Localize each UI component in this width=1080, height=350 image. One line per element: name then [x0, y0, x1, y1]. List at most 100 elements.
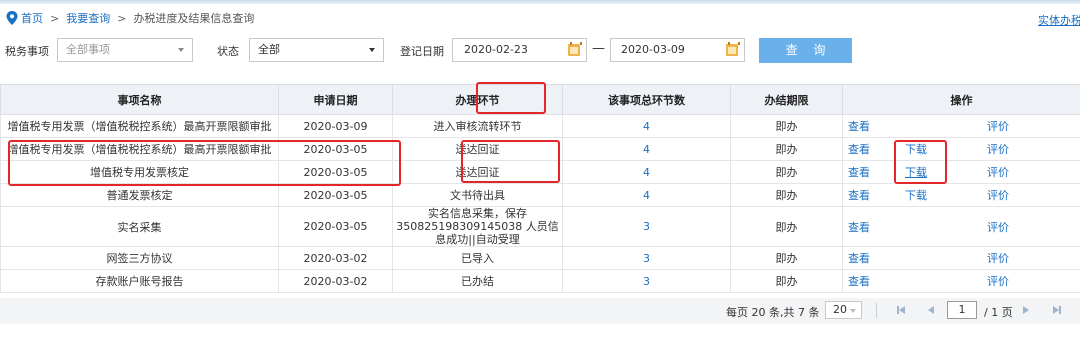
item-name: 网签三方协议: [0, 246, 279, 270]
view-link[interactable]: 查看: [848, 273, 870, 289]
table-header-row: 事项名称 申请日期 办理环节 该事项总环节数 办结期限 操作: [0, 84, 1080, 115]
download-link[interactable]: 下载: [905, 187, 927, 203]
total-steps-link[interactable]: 3: [562, 246, 731, 270]
page-number-input[interactable]: 1: [947, 301, 977, 319]
total-steps-link[interactable]: 4: [562, 137, 731, 161]
item-name: 存款账户账号报告: [0, 269, 279, 293]
next-page-icon[interactable]: [1023, 306, 1029, 314]
header-stage: 办理环节: [392, 84, 563, 115]
page-size-select[interactable]: 20: [825, 301, 862, 319]
stage: 送达回证: [392, 160, 563, 184]
query-button[interactable]: 查 询: [759, 38, 852, 63]
apply-date: 2020-03-02: [278, 246, 393, 270]
tax-item-placeholder: 全部事项: [66, 43, 110, 56]
table-row: 增值税专用发票（增值税税控系统）最高开票限额审批 2020-03-09 进入审核…: [0, 114, 1080, 138]
filter-bar: 税务事项 全部事项 状态 全部 登记日期 2020-02-23 — 2020-0…: [0, 38, 1080, 64]
view-link[interactable]: 查看: [848, 187, 870, 203]
date-range-separator: —: [592, 41, 605, 56]
stage: 进入审核流转环节: [392, 114, 563, 138]
view-link[interactable]: 查看: [848, 164, 870, 180]
rate-link[interactable]: 评价: [987, 187, 1009, 203]
view-link[interactable]: 查看: [848, 250, 870, 266]
view-link[interactable]: 查看: [848, 141, 870, 157]
apply-date: 2020-03-05: [278, 206, 393, 247]
status-value: 全部: [258, 43, 280, 56]
total-steps-link[interactable]: 3: [562, 206, 731, 247]
table-row: 增值税专用发票（增值税税控系统）最高开票限额审批 2020-03-05 送达回证…: [0, 137, 1080, 161]
actions-cell: 查看 下载 评价: [842, 183, 1080, 207]
results-table: 事项名称 申请日期 办理环节 该事项总环节数 办结期限 操作 增值税专用发票（增…: [0, 84, 1080, 293]
date-label: 登记日期: [400, 45, 444, 58]
actions-cell: 查看 评价: [842, 114, 1080, 138]
actions-cell: 查看 下载 评价: [842, 137, 1080, 161]
rate-link[interactable]: 评价: [987, 219, 1009, 235]
chevron-down-icon: [178, 48, 184, 52]
location-pin-icon: [6, 11, 18, 25]
item-name: 普通发票核定: [0, 183, 279, 207]
view-link[interactable]: 查看: [848, 219, 870, 235]
date-to-field[interactable]: 2020-03-09: [610, 38, 745, 62]
stage: 文书待出具: [392, 183, 563, 207]
header-actions: 操作: [842, 84, 1080, 115]
item-name: 实名采集: [0, 206, 279, 247]
stage: 实名信息采集，保存 350825198309145038 人员信息成功||自动受…: [392, 206, 563, 247]
calendar-icon[interactable]: [568, 42, 582, 56]
rate-link[interactable]: 评价: [987, 250, 1009, 266]
deadline: 即办: [730, 160, 843, 184]
header-deadline: 办结期限: [730, 84, 843, 115]
table-row: 存款账户账号报告 2020-03-02 已办结 3 即办 查看 评价: [0, 269, 1080, 293]
apply-date: 2020-03-09: [278, 114, 393, 138]
header-apply-date: 申请日期: [278, 84, 393, 115]
prev-page-icon[interactable]: [928, 306, 934, 314]
actions-cell: 查看 评价: [842, 269, 1080, 293]
download-link[interactable]: 下载: [905, 141, 927, 157]
breadcrumb-separator: >: [117, 11, 127, 25]
rate-link[interactable]: 评价: [987, 273, 1009, 289]
download-link[interactable]: 下载: [905, 164, 927, 180]
item-name: 增值税专用发票核定: [0, 160, 279, 184]
header-total-steps: 该事项总环节数: [562, 84, 731, 115]
deadline: 即办: [730, 183, 843, 207]
rate-link[interactable]: 评价: [987, 141, 1009, 157]
tax-item-select[interactable]: 全部事项: [57, 38, 193, 62]
tax-item-label: 税务事项: [5, 45, 49, 58]
breadcrumb: 首页 > 我要查询 > 办税进度及结果信息查询: [6, 10, 254, 26]
total-steps-link[interactable]: 3: [562, 269, 731, 293]
breadcrumb-separator: >: [50, 11, 60, 25]
item-name: 增值税专用发票（增值税税控系统）最高开票限额审批: [0, 114, 279, 138]
table-row: 普通发票核定 2020-03-05 文书待出具 4 即办 查看 下载 评价: [0, 183, 1080, 207]
table-row: 实名采集 2020-03-05 实名信息采集，保存 35082519830914…: [0, 206, 1080, 247]
top-accent-bar: [0, 0, 1080, 4]
apply-date: 2020-03-05: [278, 137, 393, 161]
rate-link[interactable]: 评价: [987, 118, 1009, 134]
deadline: 即办: [730, 114, 843, 138]
breadcrumb-query-link[interactable]: 我要查询: [66, 10, 110, 26]
date-from-value: 2020-02-23: [464, 43, 528, 56]
breadcrumb-home-link[interactable]: 首页: [21, 10, 43, 26]
rate-link[interactable]: 评价: [987, 164, 1009, 180]
total-steps-link[interactable]: 4: [562, 183, 731, 207]
breadcrumb-current: 办税进度及结果信息查询: [133, 12, 255, 25]
deadline: 即办: [730, 137, 843, 161]
view-link[interactable]: 查看: [848, 118, 870, 134]
stage: 送达回证: [392, 137, 563, 161]
date-from-field[interactable]: 2020-02-23: [452, 38, 587, 62]
deadline: 即办: [730, 246, 843, 270]
actions-cell: 查看 下载 评价: [842, 160, 1080, 184]
status-select[interactable]: 全部: [249, 38, 384, 62]
status-label: 状态: [217, 45, 239, 58]
date-to-value: 2020-03-09: [621, 43, 685, 56]
apply-date: 2020-03-05: [278, 183, 393, 207]
total-steps-link[interactable]: 4: [562, 160, 731, 184]
table-row: 网签三方协议 2020-03-02 已导入 3 即办 查看 评价: [0, 246, 1080, 270]
apply-date: 2020-03-02: [278, 269, 393, 293]
deadline: 即办: [730, 269, 843, 293]
physical-tax-hall-link[interactable]: 实体办税: [1038, 12, 1080, 28]
item-name: 增值税专用发票（增值税税控系统）最高开票限额审批: [0, 137, 279, 161]
chevron-down-icon: [369, 48, 375, 52]
calendar-icon[interactable]: [726, 42, 740, 56]
stage: 已办结: [392, 269, 563, 293]
stage: 已导入: [392, 246, 563, 270]
total-steps-link[interactable]: 4: [562, 114, 731, 138]
page-size-value: 20: [833, 303, 847, 316]
